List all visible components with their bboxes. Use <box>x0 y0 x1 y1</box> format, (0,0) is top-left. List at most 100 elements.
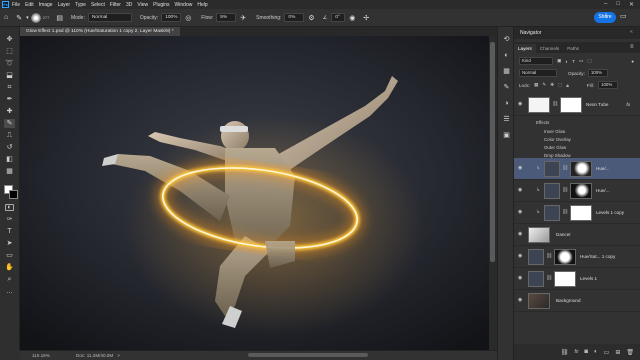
hand-tool-icon[interactable]: ✋ <box>4 263 15 272</box>
layer-name[interactable]: Hue/... <box>596 166 610 171</box>
stamp-tool-icon[interactable]: ⎍ <box>4 131 15 140</box>
adjustment-filter-icon[interactable]: ◐ <box>565 59 568 64</box>
canvas-area[interactable] <box>20 36 497 350</box>
more-tools-icon[interactable]: … <box>4 287 15 296</box>
type-tool-icon[interactable]: T <box>4 227 15 236</box>
layer-row-background[interactable]: ◉ Background <box>514 290 640 312</box>
document-canvas[interactable] <box>20 36 497 350</box>
marquee-tool-icon[interactable]: ⬚ <box>4 47 15 56</box>
effect-color-overlay[interactable]: Color Overlay <box>544 137 571 142</box>
visibility-eye-icon[interactable]: ◉ <box>518 165 522 171</box>
adjustment-layer-icon[interactable]: ◐ <box>594 349 598 355</box>
menu-image[interactable]: Image <box>39 2 53 8</box>
lock-position-icon[interactable]: ✥ <box>550 82 554 88</box>
layer-row-hue-saturation-copy[interactable]: ◉ ↳ ⛓ Hue/... <box>514 180 640 202</box>
navigator-panel-header[interactable]: Navigator <box>514 27 640 39</box>
visibility-eye-icon[interactable]: ◉ <box>518 297 522 303</box>
crop-tool-icon[interactable]: ⌗ <box>4 83 15 92</box>
background-color-swatch[interactable] <box>9 190 18 199</box>
smoothing-field[interactable]: 0% <box>284 13 305 22</box>
menu-help[interactable]: Help <box>197 2 207 8</box>
layer-name[interactable]: Hue/Sat... 1 copy <box>580 254 615 259</box>
move-tool-icon[interactable]: ✥ <box>4 35 15 44</box>
minimize-icon[interactable]: – <box>604 1 607 8</box>
layer-row-hue-saturation-copy-2[interactable]: ◉ ↳ ⛓ Hue/... <box>514 158 640 180</box>
tab-layers[interactable]: Layers <box>514 44 536 53</box>
pixel-filter-icon[interactable]: ▣ <box>557 58 561 64</box>
shape-filter-icon[interactable]: ▭ <box>579 58 583 64</box>
tab-paths[interactable]: Paths <box>563 44 583 53</box>
zoom-tool-icon[interactable]: ⌕ <box>4 275 15 284</box>
menu-type[interactable]: Type <box>75 2 86 8</box>
brush-settings-icon[interactable]: ▤ <box>56 14 63 22</box>
lasso-tool-icon[interactable]: ➰ <box>4 59 15 68</box>
visibility-eye-icon[interactable]: ◉ <box>518 101 522 107</box>
pressure-opacity-icon[interactable]: ◎ <box>185 14 191 22</box>
blend-mode-select[interactable]: Normal <box>519 69 557 77</box>
quick-mask-icon[interactable] <box>5 204 14 211</box>
visibility-eye-icon[interactable]: ◉ <box>518 231 522 237</box>
layer-name[interactable]: Background <box>556 298 581 303</box>
gear-icon[interactable]: ⚙ <box>308 14 314 22</box>
tab-channels[interactable]: Channels <box>536 44 563 53</box>
lock-pixels-icon[interactable]: ▦ <box>534 82 538 88</box>
fx-icon[interactable]: fx <box>575 349 579 355</box>
menu-view[interactable]: View <box>137 2 148 8</box>
path-select-tool-icon[interactable]: ➤ <box>4 239 15 248</box>
layer-name[interactable]: Hue/... <box>596 188 610 193</box>
layer-opacity-field[interactable]: 100% <box>587 69 608 77</box>
filter-toggle-icon[interactable]: ● <box>631 59 634 64</box>
lock-all-icon[interactable]: 🔒︎ <box>566 83 568 88</box>
symmetry-icon[interactable]: ✢ <box>363 14 369 22</box>
effect-outer-glow[interactable]: Outer Glow <box>544 145 566 150</box>
menu-window[interactable]: Window <box>175 2 193 8</box>
history-icon[interactable]: ⟲ <box>502 35 511 44</box>
visibility-eye-icon[interactable]: ◉ <box>518 209 522 215</box>
close-icon[interactable]: ✕ <box>629 1 634 8</box>
pen-tool-icon[interactable]: ✑ <box>4 215 15 224</box>
layer-mask-thumbnail[interactable] <box>570 183 592 199</box>
layer-mask-thumbnail[interactable] <box>554 249 576 265</box>
horizontal-scroll-thumb[interactable] <box>248 353 368 357</box>
gradient-tool-icon[interactable]: ▦ <box>4 167 15 176</box>
airbrush-icon[interactable]: ✈ <box>240 14 246 22</box>
menu-edit[interactable]: Edit <box>25 2 34 8</box>
layer-name[interactable]: Dancer <box>556 232 571 237</box>
new-group-icon[interactable]: ▭ <box>604 349 610 356</box>
layer-row-hue-saturation-1-copy[interactable]: ◉ ⛓ Hue/Sat... 1 copy <box>514 246 640 268</box>
delete-layer-icon[interactable]: 🗑︎ <box>626 349 634 356</box>
collapse-panel-icon[interactable]: « <box>630 29 633 35</box>
layer-row-levels-1-copy[interactable]: ◉ ↳ ⛓ Levels 1 copy <box>514 202 640 224</box>
object-select-tool-icon[interactable]: ⬓ <box>4 71 15 80</box>
color-icon[interactable]: ◐ <box>502 51 511 60</box>
layer-name[interactable]: Levels 1 copy <box>596 210 624 215</box>
adjustments-icon[interactable]: ◑ <box>502 99 511 108</box>
menu-file[interactable]: File <box>12 2 20 8</box>
menu-select[interactable]: Select <box>91 2 105 8</box>
vertical-scroll-thumb[interactable] <box>490 42 495 262</box>
layer-mask-thumbnail[interactable] <box>560 97 582 113</box>
home-icon[interactable]: ⌂ <box>4 14 8 21</box>
flow-field[interactable]: 5% <box>216 13 237 22</box>
lock-artboard-icon[interactable]: ⬚ <box>558 82 562 88</box>
eyedropper-tool-icon[interactable]: ✒ <box>4 95 15 104</box>
visibility-eye-icon[interactable]: ◉ <box>518 275 522 281</box>
layer-name[interactable]: Levels 1 <box>580 276 597 281</box>
properties-icon[interactable]: ☰ <box>502 115 511 124</box>
layer-fill-field[interactable]: 100% <box>598 81 618 89</box>
layer-row-neon-tube[interactable]: ◉ ⛓ Neon Tube fx <box>514 94 640 116</box>
panel-menu-icon[interactable]: ≡ <box>630 44 634 50</box>
status-menu-arrow[interactable]: > <box>117 353 120 358</box>
layer-name[interactable]: Neon Tube <box>586 102 608 107</box>
smart-filter-icon[interactable]: ⬚ <box>587 58 591 64</box>
swatches-icon[interactable]: ▦ <box>502 67 511 76</box>
shape-tool-icon[interactable]: ▭ <box>4 251 15 260</box>
menu-layer[interactable]: Layer <box>58 2 71 8</box>
history-brush-icon[interactable]: ↺ <box>4 143 15 152</box>
libraries-icon[interactable]: ▣ <box>502 131 511 140</box>
type-filter-icon[interactable]: T <box>572 59 575 64</box>
mode-select[interactable]: Normal <box>87 13 132 22</box>
zoom-level[interactable]: 110.16% <box>32 353 62 358</box>
menu-plugins[interactable]: Plugins <box>153 2 169 8</box>
brush-settings-panel-icon[interactable]: ✎ <box>502 83 511 92</box>
